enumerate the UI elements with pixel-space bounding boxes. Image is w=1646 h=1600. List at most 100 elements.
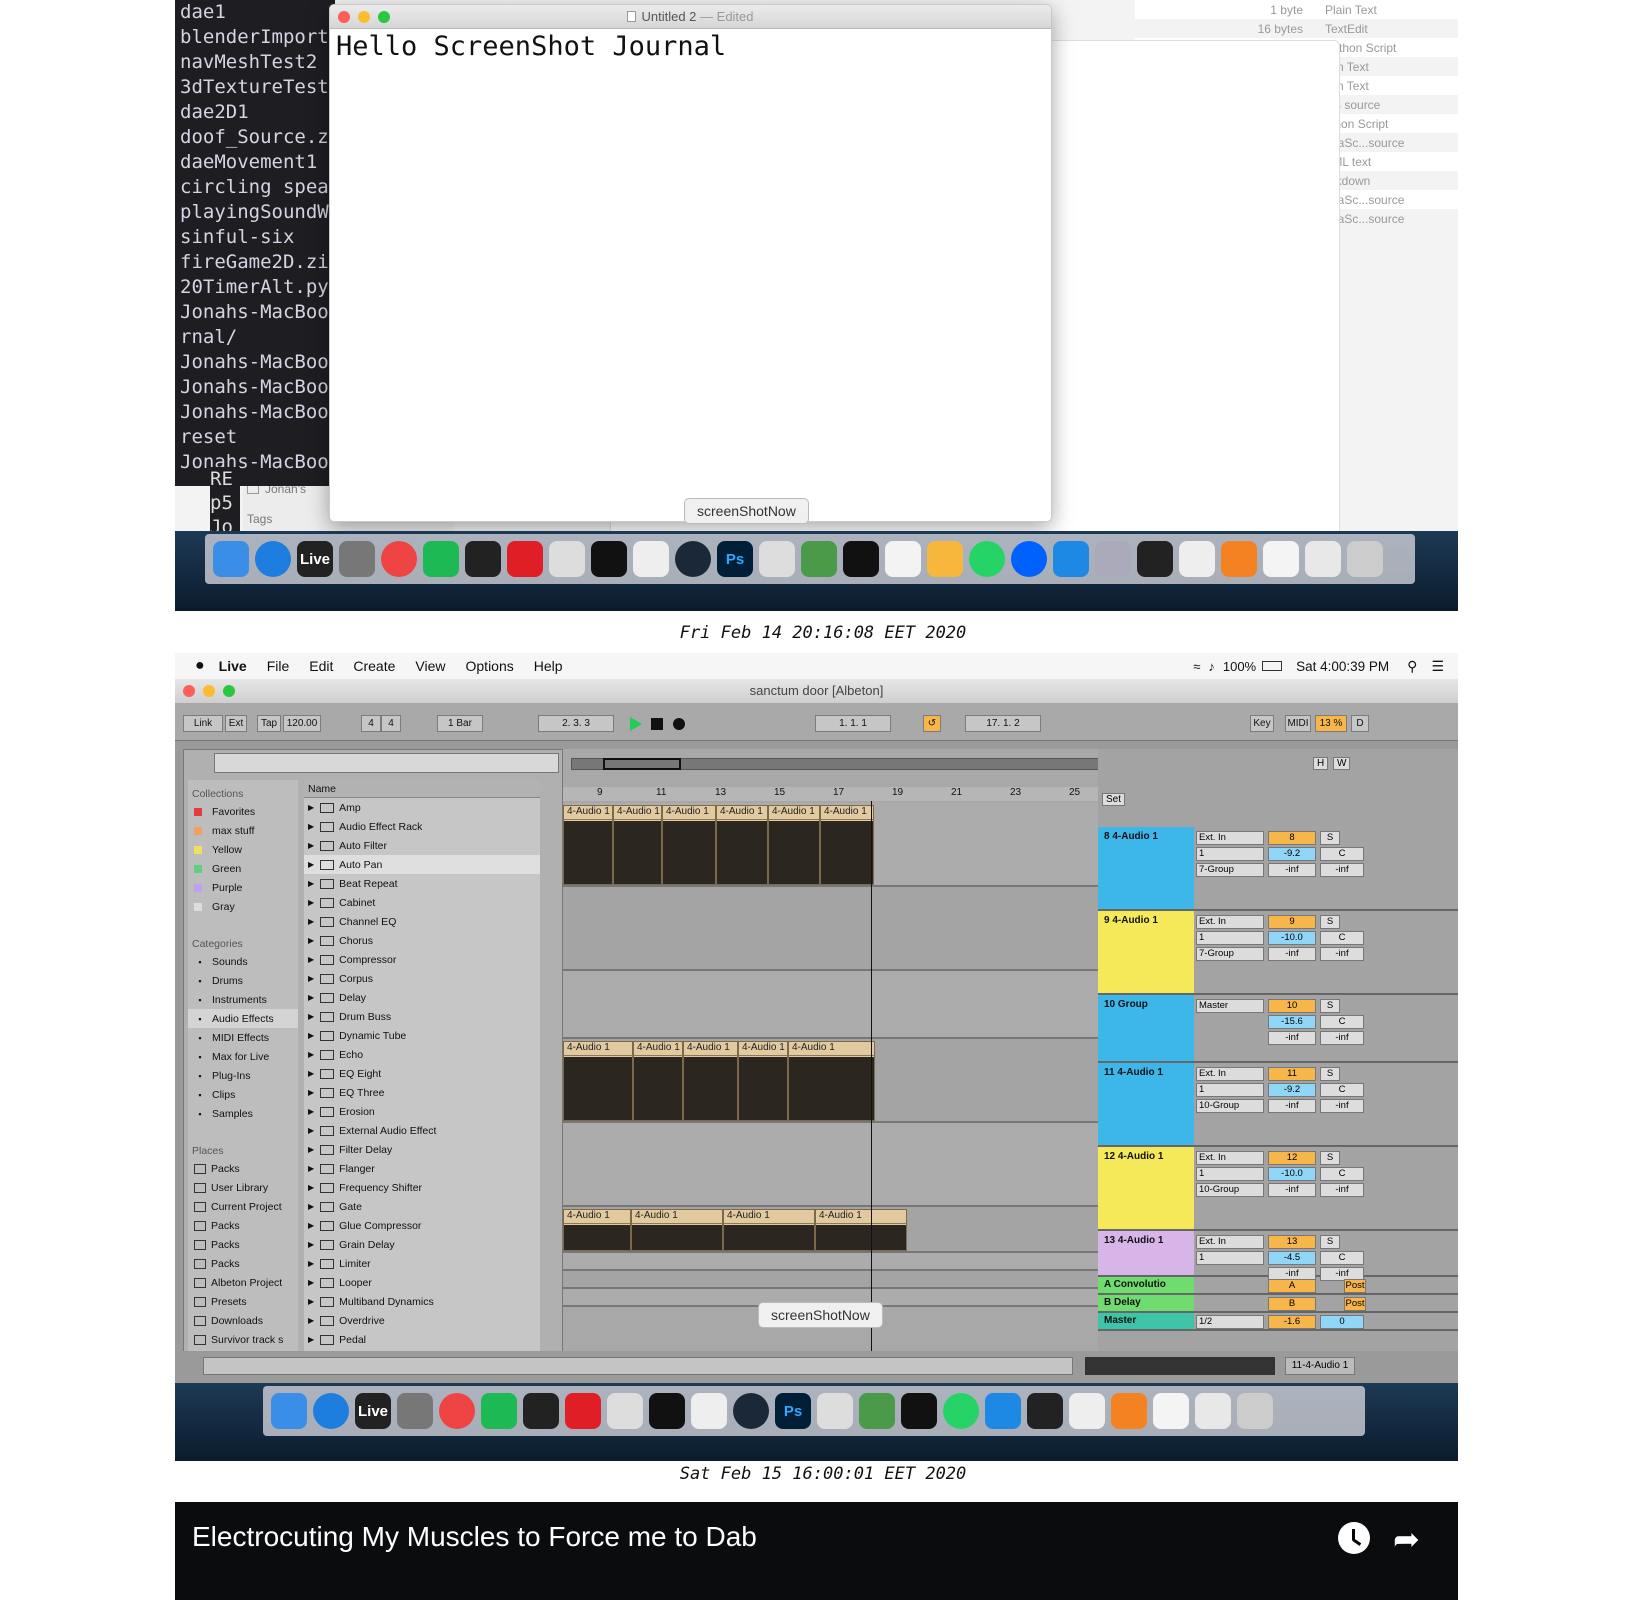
stop-icon[interactable] <box>651 718 663 730</box>
track-header[interactable]: 10 Group Master 10 -15.6 -inf S C -inf <box>1098 995 1458 1063</box>
menu-file[interactable]: File <box>267 658 290 674</box>
input-type-select[interactable]: Ext. In <box>1196 1067 1264 1081</box>
device-item[interactable]: ▶ Compressor <box>304 950 540 969</box>
chrome-icon[interactable] <box>381 541 417 577</box>
solo-button[interactable]: S <box>1320 1235 1340 1249</box>
return-name[interactable]: A Convolutio <box>1098 1277 1194 1293</box>
spotlight-icon[interactable]: ⚲ <box>1407 658 1417 675</box>
device-item[interactable]: ▶ Frequency Shifter <box>304 1178 540 1197</box>
tempo-field[interactable]: 120.00 <box>283 715 321 732</box>
zoom-button[interactable] <box>223 685 235 697</box>
input-type-select[interactable]: Ext. In <box>1196 915 1264 929</box>
textedit-icon[interactable] <box>885 541 921 577</box>
input-channel-select[interactable]: 1 <box>1196 1083 1264 1097</box>
trash-icon[interactable] <box>1347 541 1383 577</box>
terminal-window[interactable]: dae1 blenderImport navMeshTest2 3dTextureTe… <box>175 0 335 486</box>
category-item[interactable]: ▪ Plug-Ins <box>188 1066 298 1085</box>
name-column-header[interactable]: Name <box>304 780 540 798</box>
spotify-icon[interactable] <box>481 1393 517 1429</box>
expand-arrow-icon[interactable]: ▶ <box>308 1126 314 1135</box>
collection-item[interactable]: Favorites <box>188 802 298 821</box>
pen-icon[interactable] <box>549 541 585 577</box>
input-type-select[interactable]: Ext. In <box>1196 831 1264 845</box>
device-item[interactable]: ▶ Auto Filter <box>304 836 540 855</box>
device-item[interactable]: ▶ Glue Compressor <box>304 1216 540 1235</box>
menu-view[interactable]: View <box>415 658 445 674</box>
pan-field[interactable]: C <box>1320 1083 1364 1097</box>
return-track[interactable]: Master 1/2 -1.6 0 <box>1098 1313 1458 1331</box>
menu-app-live[interactable]: Live <box>219 658 247 674</box>
steam-icon[interactable] <box>733 1393 769 1429</box>
loop-length[interactable]: 17. 1. 2 <box>965 715 1041 732</box>
solo-button[interactable]: S <box>1320 831 1340 845</box>
link-button[interactable]: Link <box>183 715 223 732</box>
input-type-select[interactable]: Ext. In <box>1196 1235 1264 1249</box>
category-item[interactable]: ▪ Sounds <box>188 952 298 971</box>
volume-field[interactable]: -10.0 <box>1268 931 1316 945</box>
track-lane[interactable] <box>563 971 1098 1039</box>
terminal-icon[interactable] <box>523 1393 559 1429</box>
menu-options[interactable]: Options <box>466 658 514 674</box>
preview-icon[interactable] <box>1095 541 1131 577</box>
watch-later-icon[interactable] <box>1338 1522 1370 1554</box>
pen-icon[interactable] <box>607 1393 643 1429</box>
device-item[interactable]: ▶ Auto Pan <box>304 855 540 874</box>
track-lane[interactable] <box>563 1271 1098 1289</box>
expand-arrow-icon[interactable]: ▶ <box>308 1050 314 1059</box>
return-track[interactable]: A Convolutio A Post <box>1098 1277 1458 1295</box>
record-icon[interactable] <box>673 718 685 730</box>
master-volume[interactable]: -1.6 <box>1268 1315 1316 1329</box>
terminal2-icon[interactable] <box>1137 541 1173 577</box>
video-title[interactable]: Electrocuting My Muscles to Force me to … <box>192 1521 757 1553</box>
track-activator[interactable]: 13 <box>1268 1235 1316 1249</box>
device-item[interactable]: ▶ Gate <box>304 1197 540 1216</box>
terminal2-icon[interactable] <box>1027 1393 1063 1429</box>
device-item[interactable]: ▶ Delay <box>304 988 540 1007</box>
activity-monitor-icon[interactable] <box>649 1393 685 1429</box>
input-type-select[interactable]: Ext. In <box>1196 1151 1264 1165</box>
sig-denominator[interactable]: 4 <box>381 715 401 732</box>
pan-field[interactable]: C <box>1320 931 1364 945</box>
audio-clip[interactable]: 4-Audio 1 <box>815 1209 907 1251</box>
device-item[interactable]: ▶ Drum Buss <box>304 1007 540 1026</box>
finder-icon[interactable] <box>213 541 249 577</box>
xcode-icon[interactable] <box>759 541 795 577</box>
finder-icon[interactable] <box>271 1393 307 1429</box>
quantize-menu[interactable]: 1 Bar <box>437 715 483 732</box>
steam-icon[interactable] <box>675 541 711 577</box>
loop-start[interactable]: 1. 1. 1 <box>815 715 891 732</box>
expand-arrow-icon[interactable]: ▶ <box>308 1297 314 1306</box>
expand-arrow-icon[interactable]: ▶ <box>308 879 314 888</box>
place-item[interactable]: Downloads <box>188 1311 298 1330</box>
solo-button[interactable]: S <box>1320 1067 1340 1081</box>
zoom-button[interactable] <box>378 11 390 23</box>
place-item[interactable]: User Library <box>188 1178 298 1197</box>
device-item[interactable]: ▶ Multiband Dynamics <box>304 1292 540 1311</box>
expand-arrow-icon[interactable]: ▶ <box>308 822 314 831</box>
chrome-icon[interactable] <box>439 1393 475 1429</box>
collection-item[interactable]: max stuff <box>188 821 298 840</box>
audio-clip[interactable]: 4-Audio 1 <box>662 805 716 885</box>
output-select[interactable]: 7-Group <box>1196 947 1264 961</box>
expand-arrow-icon[interactable]: ▶ <box>308 955 314 964</box>
txt-icon[interactable] <box>1263 541 1299 577</box>
solo-button[interactable]: S <box>1320 915 1340 929</box>
textedit-window[interactable]: Untitled 2 — Edited Hello ScreenShot Jou… <box>329 4 1052 522</box>
docs-icon[interactable] <box>1305 541 1341 577</box>
menu-clock[interactable]: Sat 4:00:39 PM <box>1296 659 1389 674</box>
post-button[interactable]: Post <box>1344 1297 1366 1311</box>
menu-edit[interactable]: Edit <box>309 658 333 674</box>
track-activator[interactable]: 9 <box>1268 915 1316 929</box>
category-item[interactable]: ▪ Clips <box>188 1085 298 1104</box>
w-button[interactable]: W <box>1333 757 1351 770</box>
play-icon[interactable] <box>630 717 642 731</box>
track-name[interactable]: 10 Group <box>1098 995 1194 1061</box>
clip-overview[interactable] <box>1085 1357 1275 1375</box>
master-pan[interactable]: 0 <box>1320 1315 1364 1329</box>
trash-icon[interactable] <box>1237 1393 1273 1429</box>
expand-arrow-icon[interactable]: ▶ <box>308 917 314 926</box>
return-letter[interactable]: B <box>1268 1297 1316 1311</box>
browser-search-input[interactable] <box>214 753 559 773</box>
audio-clip[interactable]: 4-Audio 1 <box>768 805 820 885</box>
dropbox-icon[interactable] <box>1011 541 1047 577</box>
